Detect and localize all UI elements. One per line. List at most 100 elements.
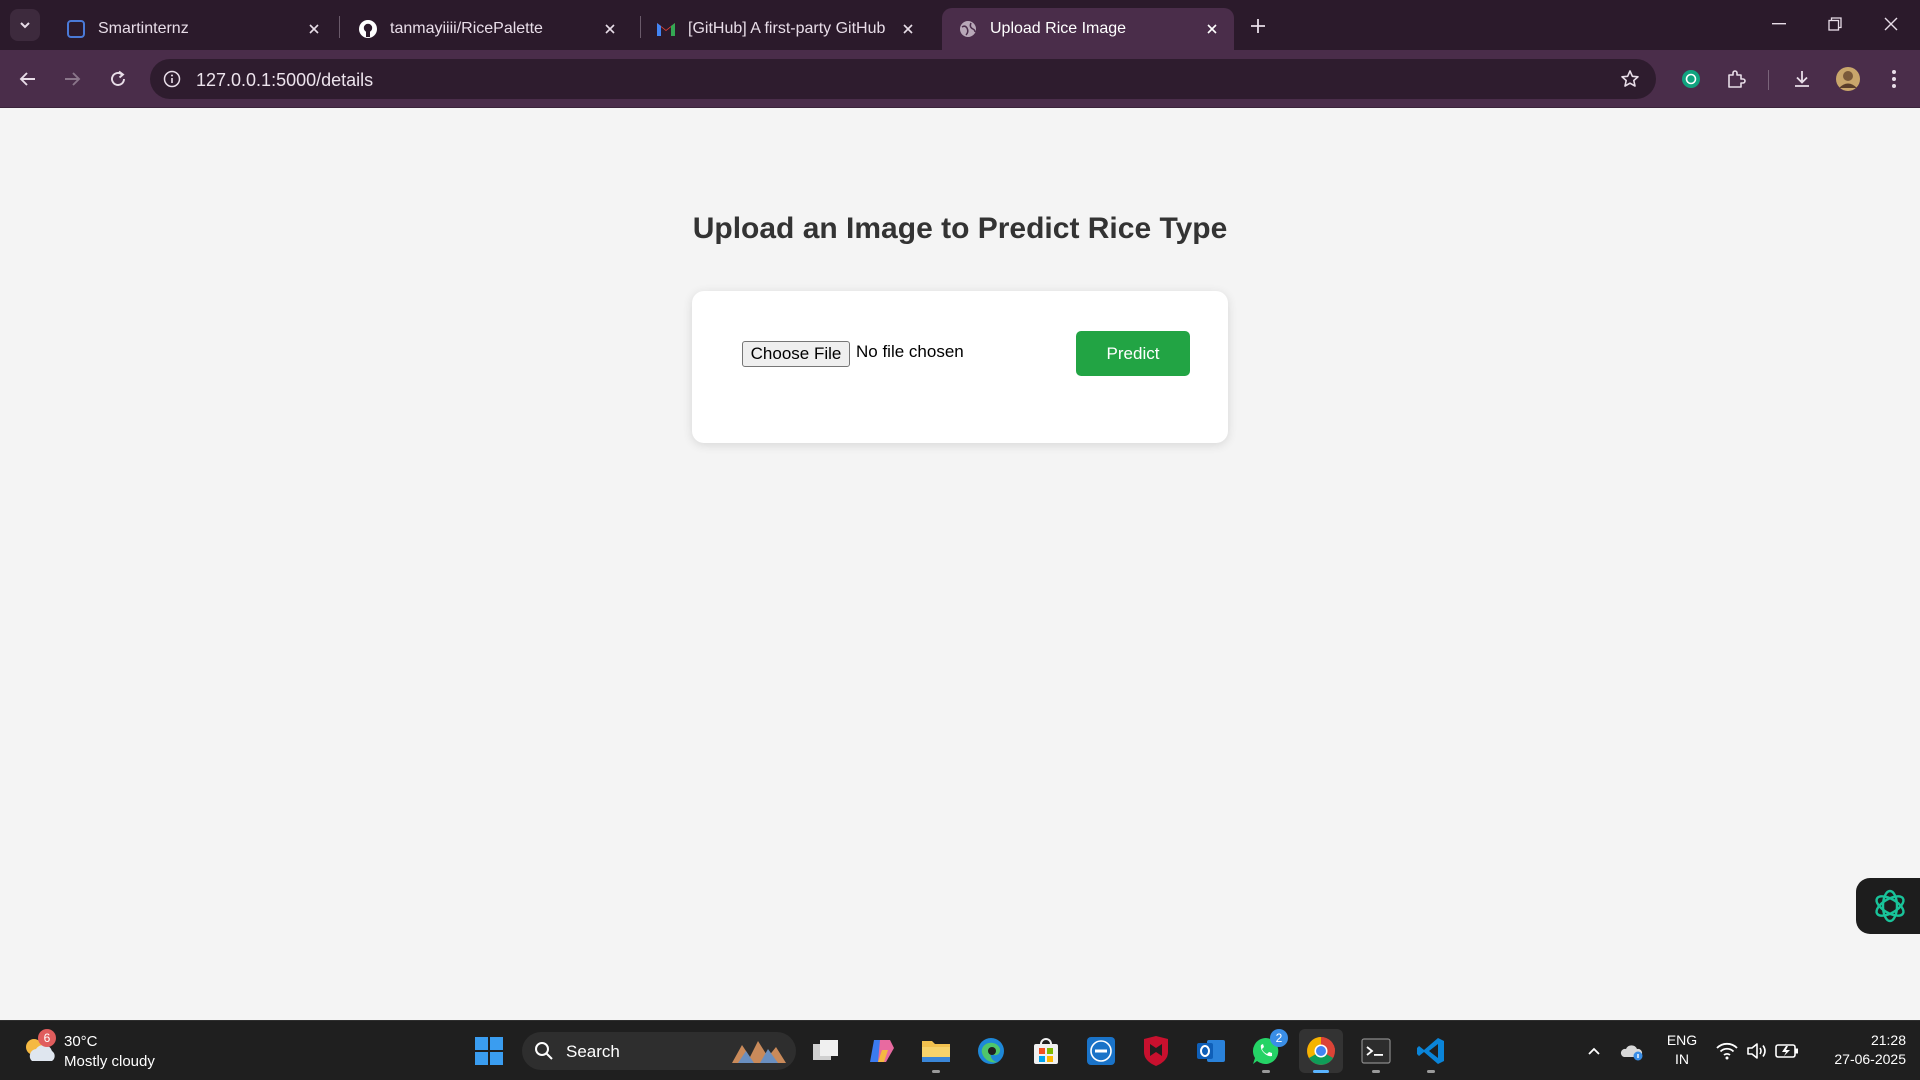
arrow-right-icon [65,72,81,86]
close-icon [1884,17,1898,31]
chevron-up-icon [1588,1047,1600,1055]
outlook-icon [1197,1040,1225,1062]
wifi-tray-button[interactable] [1715,1039,1739,1063]
close-icon[interactable] [896,17,920,41]
whatsapp-app[interactable]: 2 [1244,1029,1288,1073]
volume-tray-button[interactable] [1745,1039,1769,1063]
edge-app[interactable] [969,1029,1013,1073]
vscode-app[interactable] [1409,1029,1453,1073]
reload-button[interactable] [102,63,134,95]
mcafee-app[interactable] [1134,1029,1178,1073]
bookmark-star-icon[interactable] [1618,67,1642,91]
arrow-left-icon [19,72,35,86]
dell-app[interactable] [1079,1029,1123,1073]
restore-button[interactable] [1806,0,1864,48]
taskbar-search-box[interactable]: Search [522,1032,796,1070]
globe-favicon-icon [958,19,978,39]
terminal-icon [1361,1038,1391,1064]
close-window-button[interactable] [1862,0,1920,48]
folder-icon [922,1041,950,1062]
tab-strip: Smartinternz tanmayiiii/RicePalette [Git… [0,0,1920,50]
edge-icon [978,1038,1004,1064]
restore-icon [1828,17,1842,31]
terminal-app[interactable] [1354,1029,1398,1073]
onedrive-tray-button[interactable] [1620,1039,1644,1063]
battery-charging-icon [1775,1044,1798,1058]
volume-icon [1747,1043,1766,1059]
chevron-down-icon [20,22,30,29]
tab-title: Upload Rice Image [990,20,1127,37]
address-bar[interactable]: 127.0.0.1:5000/details [150,59,1656,99]
extensions-button[interactable] [1720,63,1752,95]
mcafee-shield-icon [1144,1036,1168,1066]
store-icon [1034,1038,1058,1064]
tab-title: [GitHub] A first-party GitHub O [688,20,890,37]
plus-icon [1251,19,1265,33]
smartinternz-favicon-icon [66,19,86,39]
tab-title: Smartinternz [98,20,189,37]
windows-taskbar: 6 30°C Mostly cloudy Search 2 ENG IN 21:… [0,1020,1920,1080]
close-icon[interactable] [302,17,326,41]
wifi-icon [1716,1042,1738,1060]
system-clock[interactable]: 21:28 27-06-2025 [1810,1031,1906,1069]
search-icon [535,1042,553,1060]
microsoft-store-app[interactable] [1024,1029,1068,1073]
toolbar-separator [1768,70,1769,90]
downloads-button[interactable] [1786,63,1818,95]
search-label: Search [566,1042,620,1061]
profile-button[interactable] [1832,63,1864,95]
battery-tray-button[interactable] [1775,1039,1799,1063]
tab-search-button[interactable] [10,9,40,41]
copilot-app[interactable] [859,1029,903,1073]
predict-button[interactable]: Predict [1076,331,1190,376]
region-code: IN [1675,1051,1689,1067]
tab-smartinternz[interactable]: Smartinternz [50,8,336,50]
task-view-icon [813,1040,838,1060]
page-content: Upload an Image to Predict Rice Type Cho… [0,108,1920,1020]
avatar-icon [1836,67,1860,91]
minimize-button[interactable] [1750,0,1808,48]
close-icon[interactable] [1200,17,1224,41]
clock-time: 21:28 [1870,1032,1906,1048]
tab-upload-rice-image[interactable]: Upload Rice Image [942,8,1234,50]
search-highlight-icon [732,1041,786,1063]
site-info-icon[interactable] [160,67,184,91]
chatgpt-icon [1875,889,1905,923]
weather-badge: 6 [38,1029,56,1047]
close-icon[interactable] [598,17,622,41]
back-button[interactable] [12,63,44,95]
chrome-icon [1307,1037,1335,1065]
onedrive-cloud-icon [1620,1045,1643,1061]
new-tab-button[interactable] [1244,12,1272,40]
tab-title: tanmayiiii/RicePalette [390,20,543,37]
file-status-text: No file chosen [856,342,964,361]
url-text[interactable]: 127.0.0.1:5000/details [196,70,373,91]
choose-file-button[interactable]: Choose File [742,341,850,367]
weather-description: Mostly cloudy [64,1053,155,1070]
forward-button[interactable] [56,63,88,95]
chatgpt-icon [1682,70,1700,88]
task-view-button[interactable] [804,1029,848,1073]
tab-separator [339,16,340,38]
weather-temperature: 30°C [64,1033,98,1050]
clock-date: 27-06-2025 [1834,1051,1906,1067]
weather-widget[interactable]: 6 30°C Mostly cloudy [18,1029,178,1073]
tab-github[interactable]: tanmayiiii/RicePalette [342,8,632,50]
chatgpt-floating-button[interactable] [1856,878,1920,934]
tab-gmail[interactable]: [GitHub] A first-party GitHub O [640,8,930,50]
outlook-app[interactable] [1189,1029,1233,1073]
show-hidden-icons-button[interactable] [1582,1039,1606,1063]
vscode-icon [1417,1038,1444,1064]
windows-logo-icon [475,1037,503,1065]
input-language-indicator[interactable]: ENG IN [1664,1031,1700,1069]
download-icon [1795,71,1809,87]
file-explorer-app[interactable] [914,1029,958,1073]
browser-menu-button[interactable] [1878,63,1910,95]
github-favicon-icon [358,19,378,39]
chatgpt-extension-button[interactable] [1675,63,1707,95]
puzzle-icon [1728,70,1746,88]
reload-icon [111,70,125,86]
start-button[interactable] [467,1029,511,1073]
chrome-app[interactable] [1299,1029,1343,1073]
more-vertical-icon [1892,70,1896,88]
